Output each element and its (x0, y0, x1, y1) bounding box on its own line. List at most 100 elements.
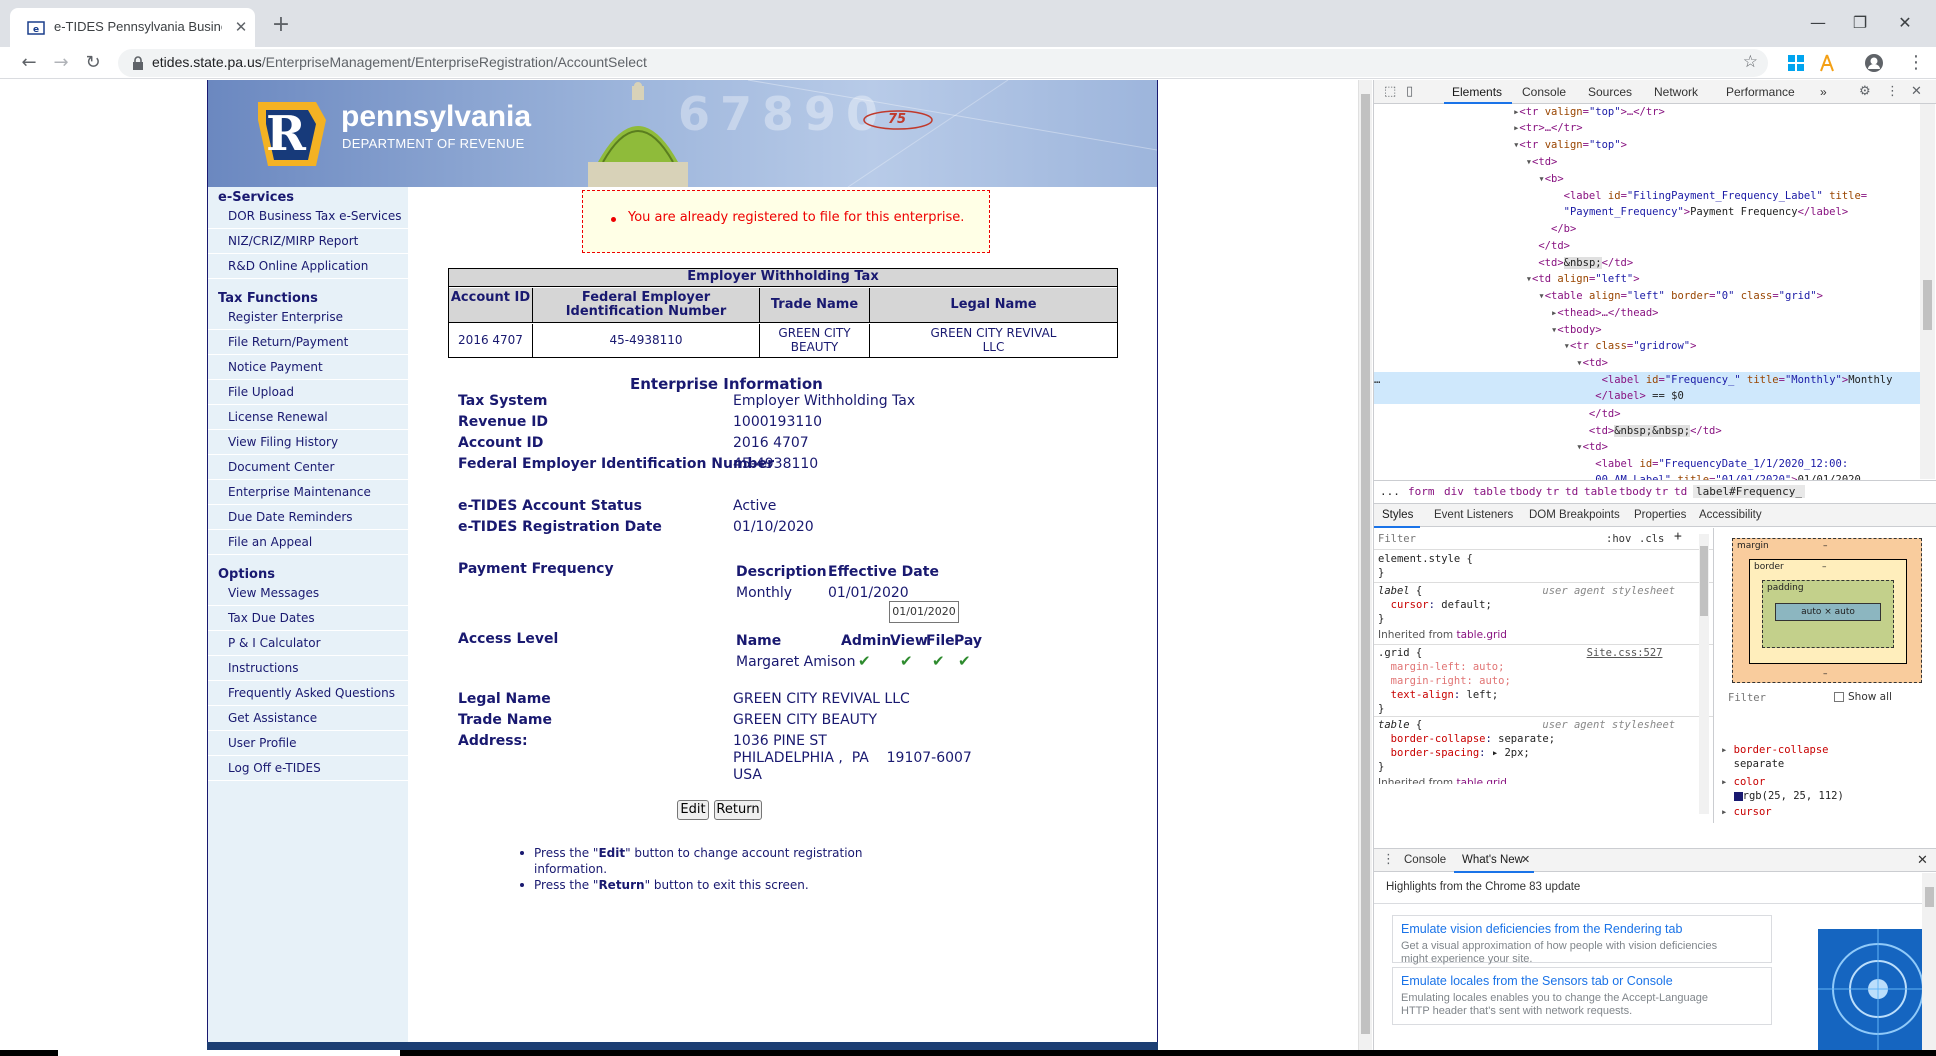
tab-styles[interactable]: Styles (1382, 509, 1413, 521)
dom-line[interactable]: ▾<tbody> (1374, 322, 1929, 338)
tab-performance[interactable]: Performance (1726, 85, 1795, 99)
close-whats-new-icon[interactable]: ✕ (1521, 853, 1530, 866)
close-tab-icon[interactable]: ✕ (230, 16, 252, 38)
sidebar-item-dor-business-tax[interactable]: DOR Business Tax e-Services (208, 205, 408, 229)
close-devtools-icon[interactable]: ✕ (1911, 84, 1922, 99)
profile-avatar-icon[interactable] (1864, 53, 1884, 73)
sidebar-item-filing-history[interactable]: View Filing History (208, 431, 408, 455)
sidebar-item-document-center[interactable]: Document Center (208, 456, 408, 480)
crumb[interactable]: tbody (1619, 485, 1652, 498)
back-icon[interactable]: ← (17, 51, 41, 75)
crumb[interactable]: td (1565, 485, 1578, 498)
device-toolbar-icon[interactable]: ▯ (1406, 84, 1413, 99)
edit-button[interactable]: Edit (677, 800, 709, 820)
sidebar-item-log-off[interactable]: Log Off e-TIDES (208, 757, 408, 781)
crumb[interactable]: table (1584, 485, 1617, 498)
hov-toggle[interactable]: :hov (1606, 532, 1631, 546)
tab-elements[interactable]: Elements (1452, 85, 1502, 99)
card-title[interactable]: Emulate vision deficiencies from the Ren… (1401, 922, 1682, 936)
crumb[interactable]: ... (1380, 485, 1400, 498)
sidebar-item-file-appeal[interactable]: File an Appeal (208, 531, 408, 555)
crumb-current[interactable]: label#Frequency_ (1693, 485, 1805, 498)
dom-line-selected[interactable]: … <label id="Frequency_" title="Monthly"… (1374, 372, 1929, 404)
tab-accessibility[interactable]: Accessibility (1699, 509, 1762, 521)
crumb[interactable]: div (1444, 485, 1464, 498)
crumb[interactable]: tr (1655, 485, 1668, 498)
sidebar-item-niz-report[interactable]: NIZ/CRIZ/MIRP Report (208, 230, 408, 254)
crumb[interactable]: tbody (1509, 485, 1542, 498)
sidebar-item-view-messages[interactable]: View Messages (208, 582, 408, 606)
show-all-checkbox[interactable] (1834, 692, 1844, 702)
dom-line[interactable]: ▾<td align="left"> (1374, 271, 1929, 287)
more-tabs-icon[interactable]: » (1820, 85, 1827, 99)
bookmark-star-icon[interactable]: ☆ (1743, 52, 1758, 72)
reload-icon[interactable]: ↻ (81, 51, 105, 75)
devtools-menu-icon[interactable]: ⋮ (1886, 84, 1899, 99)
drawer-scroll-thumb[interactable] (1925, 887, 1934, 907)
sidebar-item-register-enterprise[interactable]: Register Enterprise (208, 306, 408, 330)
whats-new-card[interactable]: Emulate locales from the Sensors tab or … (1392, 967, 1772, 1025)
sidebar-item-rd-online[interactable]: R&D Online Application (208, 255, 408, 279)
tab-sources[interactable]: Sources (1588, 85, 1632, 99)
computed-border-collapse[interactable]: ▸ border-collapse separate (1721, 743, 1828, 771)
page-scrollbar[interactable] (1358, 80, 1372, 1050)
sidebar-item-notice-payment[interactable]: Notice Payment (208, 356, 408, 380)
dom-line[interactable]: "Payment_Frequency">Payment Frequency</l… (1374, 204, 1929, 220)
close-drawer-icon[interactable]: ✕ (1917, 852, 1928, 868)
sidebar-item-faq[interactable]: Frequently Asked Questions (208, 682, 408, 706)
drawer-tab-console[interactable]: Console (1404, 854, 1446, 866)
cls-toggle[interactable]: .cls (1639, 532, 1664, 546)
crumb[interactable]: tr (1546, 485, 1559, 498)
browser-tab[interactable]: e e-TIDES Pennsylvania Business Tax ✕ (10, 8, 255, 47)
sidebar-item-instructions[interactable]: Instructions (208, 657, 408, 681)
tab-properties[interactable]: Properties (1634, 509, 1686, 521)
tab-event-listeners[interactable]: Event Listeners (1434, 509, 1513, 521)
dom-line[interactable]: ▾<td> (1374, 355, 1929, 371)
sidebar-item-user-profile[interactable]: User Profile (208, 732, 408, 756)
sidebar-item-due-date-reminders[interactable]: Due Date Reminders (208, 506, 408, 530)
dom-line[interactable]: ▾<td> (1374, 154, 1929, 170)
styles-filter-input[interactable] (1378, 531, 1598, 547)
new-style-rule-icon[interactable]: + (1674, 530, 1682, 544)
card-title[interactable]: Emulate locales from the Sensors tab or … (1401, 974, 1673, 988)
dom-line[interactable]: </td> (1374, 238, 1929, 254)
dom-line[interactable]: ▾<tr class="gridrow"> (1374, 338, 1929, 354)
dom-line[interactable]: ▾<td> (1374, 439, 1929, 455)
sidebar-item-pi-calculator[interactable]: P & I Calculator (208, 632, 408, 656)
maximize-icon[interactable]: ❐ (1845, 10, 1875, 36)
sidebar-item-file-upload[interactable]: File Upload (208, 381, 408, 405)
tab-console[interactable]: Console (1522, 85, 1566, 99)
styles-scroll-thumb[interactable] (1700, 546, 1708, 616)
drawer-menu-icon[interactable]: ⋮ (1382, 852, 1395, 867)
sidebar-item-tax-due-dates[interactable]: Tax Due Dates (208, 607, 408, 631)
dom-line[interactable]: <td>&nbsp;&nbsp;</td> (1374, 423, 1929, 439)
forward-icon[interactable]: → (49, 51, 73, 75)
sidebar-item-get-assistance[interactable]: Get Assistance (208, 707, 408, 731)
computed-cursor[interactable]: ▸ cursor (1721, 805, 1772, 815)
sidebar-item-enterprise-maintenance[interactable]: Enterprise Maintenance (208, 481, 408, 505)
dom-line[interactable]: ▸<tr>…</tr> (1374, 120, 1929, 136)
dom-line[interactable]: ▸<thead>…</thead> (1374, 305, 1929, 321)
page-scroll-thumb[interactable] (1361, 94, 1370, 1034)
dom-line[interactable]: </td> (1374, 406, 1929, 422)
dom-line[interactable]: <label id="FrequencyDate_1/1/2020_12:00: (1374, 456, 1929, 472)
new-tab-button[interactable]: + (268, 12, 294, 38)
tab-network[interactable]: Network (1654, 85, 1698, 99)
elements-scrollbar[interactable] (1920, 104, 1935, 479)
computed-color[interactable]: ▸ color rgb(25, 25, 112) (1721, 775, 1844, 803)
settings-gear-icon[interactable]: ⚙ (1859, 84, 1871, 99)
styles-scrollbar[interactable] (1699, 534, 1709, 814)
sidebar-item-file-return[interactable]: File Return/Payment (208, 331, 408, 355)
dom-line[interactable]: ▸<tr valign="top">…</tr> (1374, 104, 1929, 120)
dom-line[interactable]: </b> (1374, 221, 1929, 237)
return-button[interactable]: Return (714, 800, 762, 820)
inspect-element-icon[interactable]: ⬚ (1384, 84, 1396, 99)
minimize-icon[interactable]: — (1803, 10, 1833, 36)
crumb[interactable]: table (1473, 485, 1506, 498)
crumb[interactable]: td (1674, 485, 1687, 498)
whats-new-card[interactable]: Emulate vision deficiencies from the Ren… (1392, 915, 1772, 965)
drawer-tab-whats-new[interactable]: What's New (1462, 854, 1523, 866)
close-window-icon[interactable]: ✕ (1890, 10, 1920, 36)
acrobat-extension-icon[interactable] (1817, 53, 1837, 73)
taskbar-item[interactable] (58, 1050, 400, 1056)
